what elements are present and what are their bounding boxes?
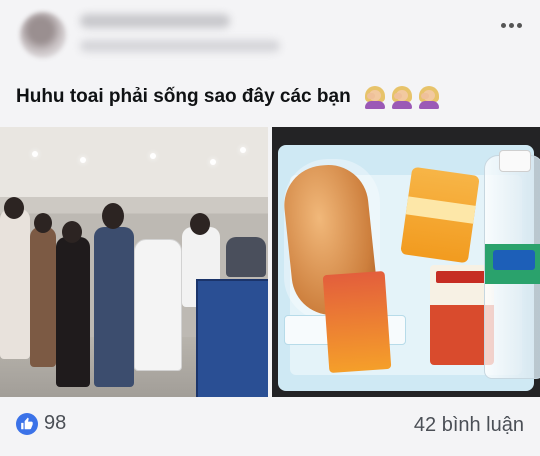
avatar[interactable]: [20, 12, 66, 58]
check-in-counter: [196, 279, 268, 397]
more-dot: [508, 22, 514, 28]
like-icon: [16, 412, 38, 435]
head: [34, 213, 52, 233]
meal-tray: [278, 145, 540, 391]
facebook-post: Huhu toai phải sống sao đây các bạn 98 4…: [0, 0, 540, 456]
ceiling-light: [80, 157, 86, 163]
ceiling-light: [150, 153, 156, 159]
protective-suit-worker: [134, 239, 182, 371]
woman-facepalming-icon: [390, 85, 414, 109]
author-name-blurred[interactable]: [80, 14, 230, 28]
person: [94, 227, 134, 387]
person: [30, 227, 56, 367]
water-bottle: [484, 150, 540, 379]
caption-text: Huhu toai phải sống sao đây các bạn: [16, 86, 351, 107]
photo-grid: [0, 127, 540, 397]
post-footer: 98 42 bình luận: [0, 404, 540, 448]
woman-facepalming-icon: [363, 85, 387, 109]
more-horizontal-icon: [500, 22, 506, 28]
more-dot: [516, 22, 522, 28]
more-options-button[interactable]: [496, 14, 526, 36]
ceiling-light: [240, 147, 246, 153]
person: [0, 209, 30, 359]
like-count: 98: [44, 412, 67, 434]
meal-tray-photo[interactable]: [272, 127, 540, 397]
emoji-group: [363, 85, 441, 109]
post-header: [0, 0, 540, 70]
post-caption: Huhu toai phải sống sao đây các bạn: [16, 82, 441, 112]
quarantine-check-in-photo[interactable]: [0, 127, 268, 397]
reaction-summary[interactable]: 98: [16, 412, 66, 435]
ceiling-light: [210, 159, 216, 165]
woman-facepalming-icon: [417, 85, 441, 109]
head: [190, 213, 210, 235]
head: [62, 221, 82, 243]
snack-packet: [322, 270, 392, 374]
person: [56, 237, 90, 387]
post-meta-blurred: [80, 40, 280, 52]
person: [226, 237, 266, 277]
head: [102, 203, 124, 229]
cake-packet: [400, 166, 480, 264]
comment-count[interactable]: 42 bình luận: [414, 414, 524, 437]
thumbs-up-icon: [21, 417, 33, 429]
ceiling-light: [32, 151, 38, 157]
head: [4, 197, 24, 219]
